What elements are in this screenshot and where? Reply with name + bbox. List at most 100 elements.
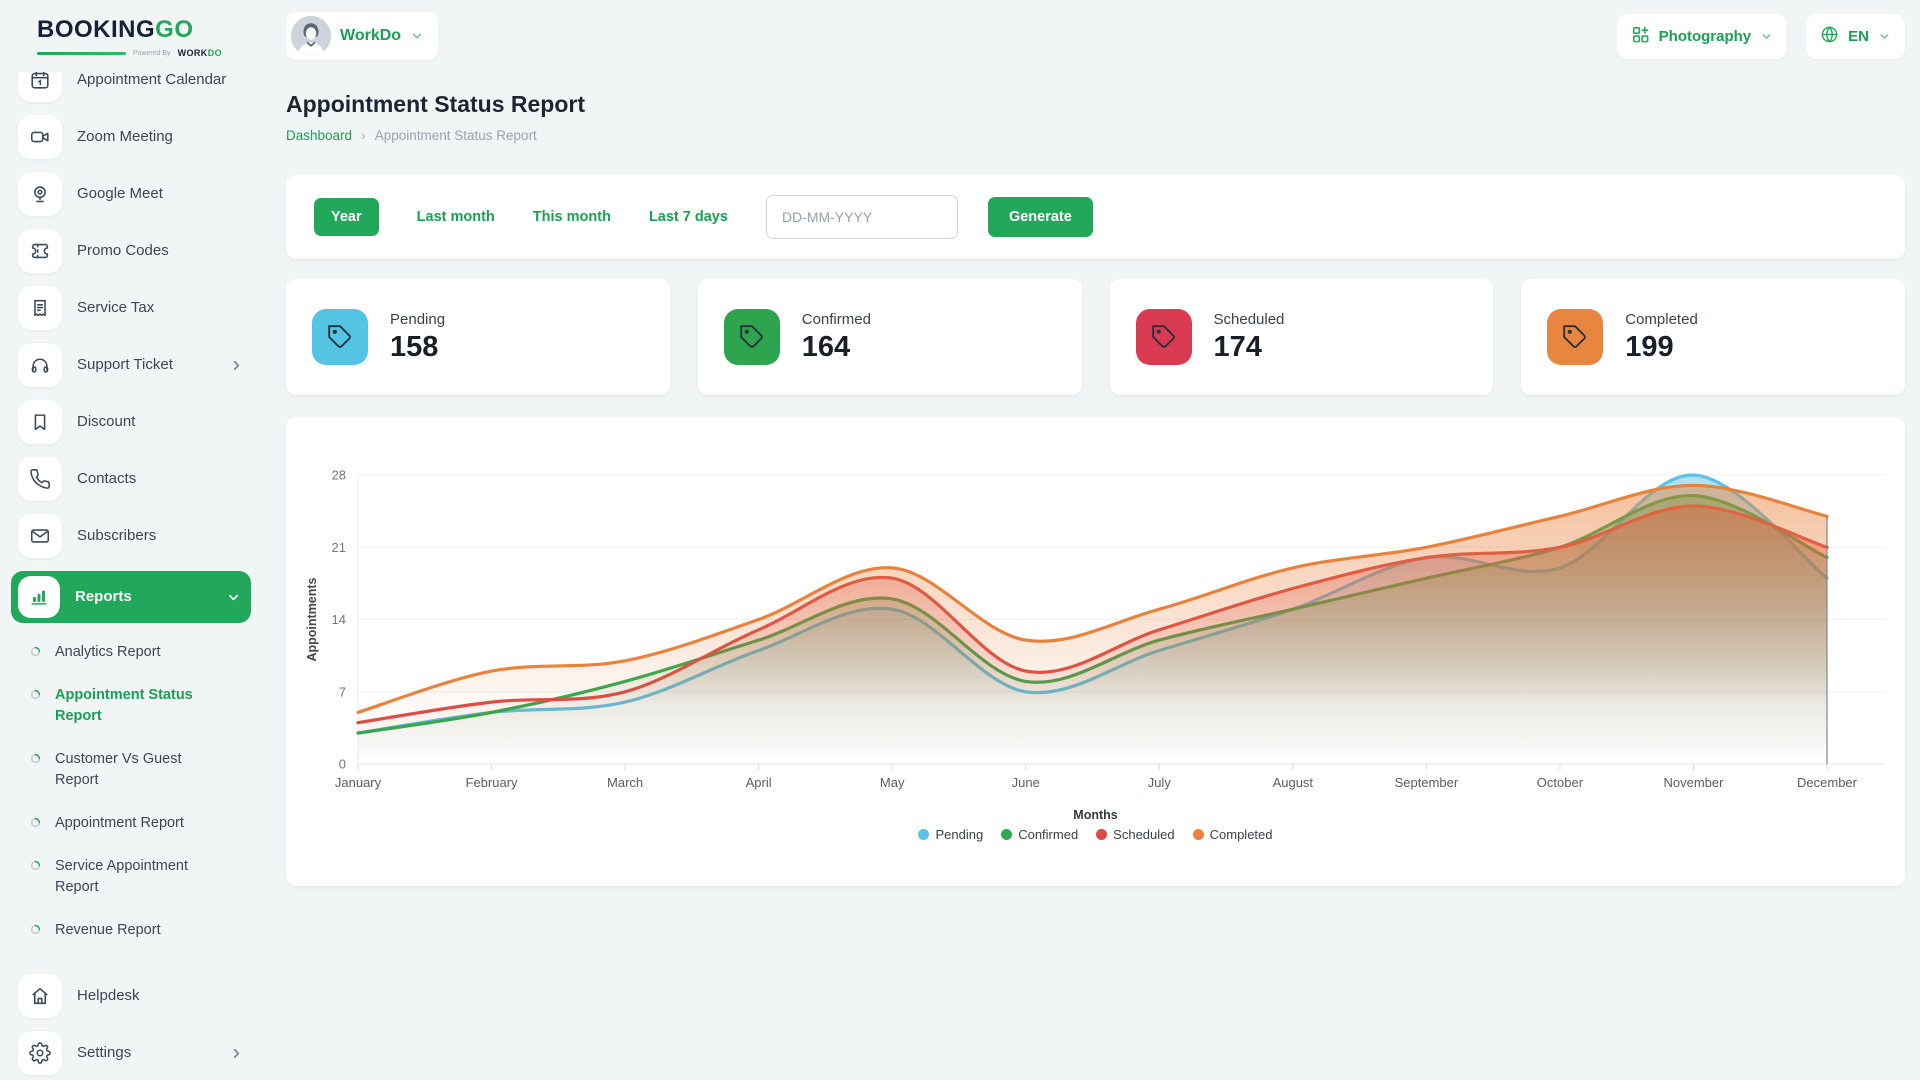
logo-underline	[37, 52, 126, 55]
logo-text: BOOKINGGO	[37, 16, 262, 44]
chevron-right-icon	[229, 358, 244, 373]
workspace-name: WorkDo	[340, 27, 401, 45]
logo-powered-by: Powered By WORKDO	[37, 48, 222, 58]
ticket-icon	[18, 229, 62, 273]
sidebar-item-support-ticket[interactable]: Support Ticket	[18, 343, 244, 387]
sidebar-subitem-appointment-report[interactable]: Appointment Report	[30, 804, 244, 843]
stat-card-pending: Pending158	[286, 279, 670, 395]
sidebar-item-label: Subscribers	[77, 527, 156, 545]
sidebar-item-subscribers[interactable]: Subscribers	[18, 514, 244, 558]
bullet-icon	[30, 856, 41, 876]
webcam-icon	[18, 172, 62, 216]
svg-text:September: September	[1395, 775, 1459, 790]
bullet-icon	[30, 813, 41, 833]
stat-label: Scheduled	[1214, 311, 1285, 328]
sidebar-item-google-meet[interactable]: Google Meet	[18, 172, 244, 216]
svg-text:August: August	[1273, 775, 1314, 790]
sidebar-item-promo-codes[interactable]: Promo Codes	[18, 229, 244, 273]
sidebar-item-settings[interactable]: Settings	[18, 1031, 244, 1075]
svg-text:June: June	[1012, 775, 1040, 790]
sidebar-item-label: Discount	[77, 413, 135, 431]
language-label: EN	[1848, 28, 1869, 45]
sidebar-item-reports[interactable]: Reports	[11, 571, 251, 623]
chevron-down-icon	[410, 29, 424, 43]
sidebar: BOOKINGGO Powered By WORKDO Appointment …	[0, 0, 262, 1080]
chevron-right-icon: ›	[361, 127, 366, 143]
svg-text:February: February	[466, 775, 519, 790]
sidebar-subitem-revenue-report[interactable]: Revenue Report	[30, 911, 244, 950]
sidebar-item-label: Settings	[77, 1044, 131, 1062]
submenu-reports: Analytics Report Appointment Status Repor…	[18, 631, 244, 958]
workspace-menu[interactable]: WorkDo	[286, 12, 438, 60]
sidebar-subitem-label: Customer Vs Guest Report	[55, 749, 220, 791]
generate-button[interactable]: Generate	[988, 197, 1093, 237]
app-logo[interactable]: BOOKINGGO Powered By WORKDO	[0, 0, 262, 72]
envelope-icon	[18, 514, 62, 558]
stat-label: Completed	[1625, 311, 1698, 328]
sidebar-subitem-customer-vs-guest-report[interactable]: Customer Vs Guest Report	[30, 740, 244, 800]
chevron-down-icon	[226, 590, 241, 605]
sidebar-subitem-appointment-status-report[interactable]: Appointment Status Report	[30, 676, 244, 736]
svg-text:7: 7	[339, 684, 346, 699]
svg-text:November: November	[1663, 775, 1724, 790]
page-title: Appointment Status Report	[286, 91, 1905, 118]
filter-last-month-link[interactable]: Last month	[417, 209, 495, 225]
svg-text:December: December	[1797, 775, 1858, 790]
svg-text:April: April	[746, 775, 772, 790]
filter-last-7-days-link[interactable]: Last 7 days	[649, 209, 728, 225]
video-camera-icon	[18, 115, 62, 159]
sidebar-item-contacts[interactable]: Contacts	[18, 457, 244, 501]
sidebar-item-label: Zoom Meeting	[77, 128, 173, 146]
bullet-icon	[30, 920, 41, 940]
bullet-icon	[30, 749, 41, 769]
stats-row: Pending158Confirmed164Scheduled174Comple…	[286, 279, 1905, 395]
legend-label: Confirmed	[1018, 827, 1078, 842]
app-switcher-label: Photography	[1659, 28, 1752, 45]
bar-chart-icon	[18, 576, 60, 618]
breadcrumb-dashboard-link[interactable]: Dashboard	[286, 128, 352, 143]
sidebar-item-service-tax[interactable]: Service Tax	[18, 286, 244, 330]
svg-text:Appointments: Appointments	[305, 577, 319, 661]
sidebar-item-label: Reports	[75, 588, 132, 606]
sidebar-item-label: Helpdesk	[77, 987, 140, 1005]
sidebar-subitem-service-appointment-report[interactable]: Service Appointment Report	[30, 847, 244, 907]
stat-card-completed: Completed199	[1521, 279, 1905, 395]
legend-label: Scheduled	[1113, 827, 1174, 842]
app-switcher-button[interactable]: Photography	[1617, 14, 1788, 59]
chevron-down-icon	[1878, 30, 1891, 43]
sidebar-subitem-analytics-report[interactable]: Analytics Report	[30, 633, 244, 672]
svg-text:21: 21	[332, 540, 346, 555]
sidebar-item-label: Service Tax	[77, 299, 154, 317]
language-selector[interactable]: EN	[1806, 14, 1905, 59]
svg-text:October: October	[1537, 775, 1584, 790]
tag-icon	[724, 309, 780, 365]
headphones-icon	[18, 343, 62, 387]
legend-item-confirmed[interactable]: Confirmed	[1001, 827, 1078, 842]
legend-item-completed[interactable]: Completed	[1193, 827, 1273, 842]
breadcrumb: Dashboard › Appointment Status Report	[286, 127, 1905, 143]
appointments-chart-card: 07142128AppointmentsJanuaryFebruaryMarch…	[286, 417, 1905, 886]
legend-item-scheduled[interactable]: Scheduled	[1096, 827, 1174, 842]
sidebar-subitem-label: Revenue Report	[55, 920, 161, 941]
filter-this-month-link[interactable]: This month	[533, 209, 611, 225]
svg-text:May: May	[880, 775, 905, 790]
stat-value: 164	[802, 331, 871, 364]
date-input[interactable]	[766, 195, 958, 239]
phone-icon	[18, 457, 62, 501]
legend-label: Completed	[1210, 827, 1273, 842]
sidebar-item-discount[interactable]: Discount	[18, 400, 244, 444]
receipt-icon	[18, 286, 62, 330]
tag-icon	[1136, 309, 1192, 365]
filter-year-button[interactable]: Year	[314, 198, 379, 236]
legend-dot	[918, 829, 929, 840]
tag-icon	[1547, 309, 1603, 365]
sidebar-item-zoom-meeting[interactable]: Zoom Meeting	[18, 115, 244, 159]
legend-dot	[1001, 829, 1012, 840]
legend-item-pending[interactable]: Pending	[918, 827, 983, 842]
sidebar-subitem-label: Appointment Report	[55, 813, 184, 834]
report-filter-bar: Year Last month This month Last 7 days G…	[286, 175, 1905, 259]
sidebar-subitem-label: Analytics Report	[55, 642, 161, 663]
sidebar-item-helpdesk[interactable]: Helpdesk	[18, 974, 244, 1018]
stat-value: 158	[390, 331, 445, 364]
topbar-right: Photography EN	[1617, 14, 1905, 59]
